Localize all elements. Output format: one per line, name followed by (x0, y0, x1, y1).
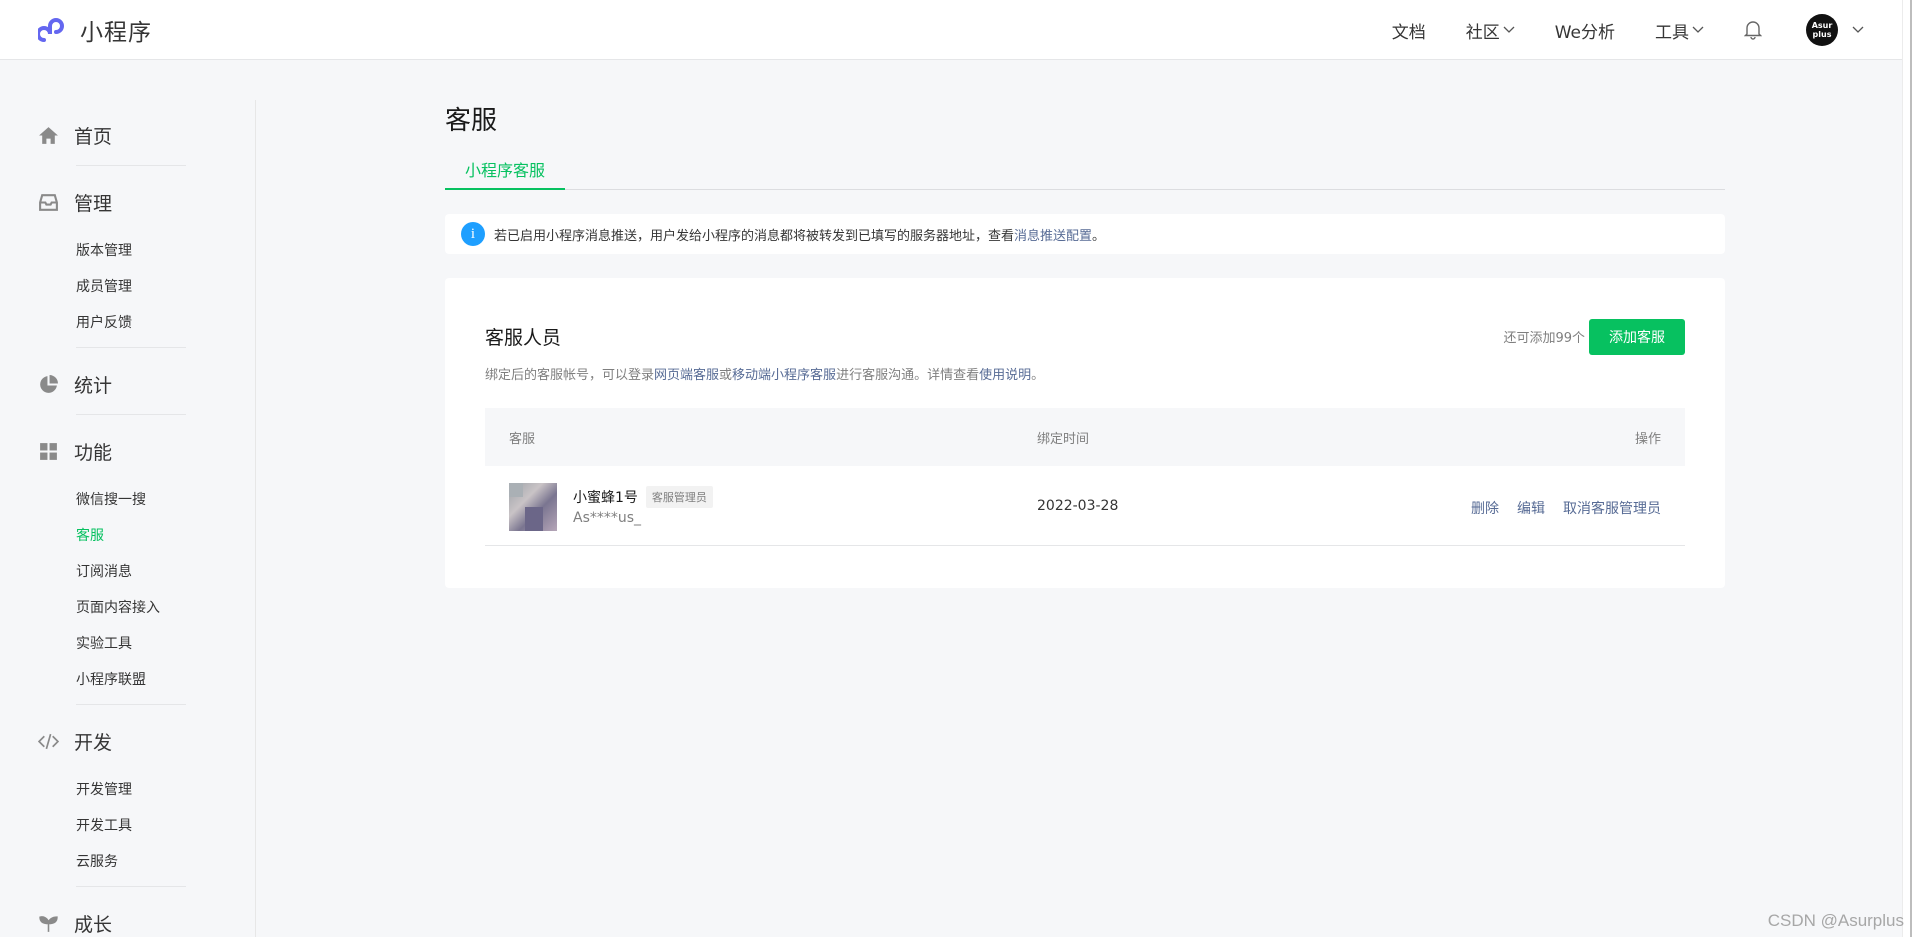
sidebar-item-label: 管理 (74, 193, 113, 215)
sidebar-item-develop[interactable]: 开发 (38, 728, 112, 755)
table-row: 小蜜蜂1号 客服管理员 As****us_ 2022-03-28 删除 编辑 取… (485, 466, 1685, 546)
notice-bar: i 若已启用小程序消息推送，用户发给小程序的消息都将被转发到已填写的服务器地址，… (445, 214, 1725, 254)
nav-analytics[interactable]: We分析 (1555, 18, 1615, 43)
tab-bar: 小程序客服 (445, 158, 1725, 190)
push-config-link[interactable]: 消息推送配置 (1014, 225, 1092, 244)
sidebar-item-label: 开发 (74, 732, 113, 754)
sidebar-item-cloud[interactable]: 云服务 (76, 851, 118, 871)
nav-community[interactable]: 社区 (1466, 18, 1515, 43)
divider (76, 347, 186, 348)
divider (76, 704, 186, 705)
column-header-cs: 客服 (509, 432, 536, 447)
page-title: 客服 (445, 106, 498, 136)
miniprogram-logo-icon (38, 18, 64, 42)
card-title: 客服人员 (485, 327, 562, 349)
home-icon (39, 127, 58, 144)
scrollbar[interactable] (1902, 0, 1920, 937)
cs-account: As****us_ (573, 510, 642, 526)
sidebar-item-alliance[interactable]: 小程序联盟 (76, 669, 146, 689)
nav-community-label: 社区 (1465, 22, 1500, 43)
sidebar-item-stats[interactable]: 统计 (38, 371, 112, 398)
bind-date: 2022-03-28 (1037, 498, 1119, 514)
avatar: Asur plus (1806, 14, 1838, 46)
sidebar-item-subscribe-message[interactable]: 订阅消息 (76, 561, 132, 581)
table-header: 客服 绑定时间 操作 (485, 408, 1685, 466)
sidebar-item-features[interactable]: 功能 (38, 438, 112, 465)
chevron-down-icon (1852, 26, 1864, 33)
bell-icon (1744, 21, 1762, 40)
code-icon (38, 733, 59, 750)
sidebar-item-experiment[interactable]: 实验工具 (76, 633, 132, 653)
edit-button[interactable]: 编辑 (1517, 498, 1545, 518)
divider (76, 886, 186, 887)
cs-avatar (509, 483, 557, 531)
sidebar-item-manage[interactable]: 管理 (38, 189, 112, 216)
role-badge: 客服管理员 (645, 486, 713, 508)
user-menu[interactable]: Asur plus (1806, 14, 1864, 46)
sidebar-item-label: 首页 (74, 126, 113, 148)
cs-name-wrap: 小蜜蜂1号 客服管理员 (573, 486, 713, 508)
add-cs-button[interactable]: 添加客服 (1589, 319, 1685, 355)
sprout-icon (39, 916, 58, 932)
column-header-bind-time: 绑定时间 (1037, 432, 1090, 447)
sidebar-item-customer-service[interactable]: 客服 (76, 525, 104, 545)
remaining-count: 还可添加99个 (1503, 331, 1585, 346)
desc-text: 。 (1031, 368, 1045, 383)
chevron-down-icon (1692, 26, 1704, 33)
divider (76, 165, 186, 166)
sidebar-item-feedback[interactable]: 用户反馈 (76, 312, 132, 332)
cs-name: 小蜜蜂1号 (573, 490, 638, 506)
sidebar-item-wechat-search[interactable]: 微信搜一搜 (76, 489, 146, 509)
nav-analytics-label: We分析 (1554, 22, 1615, 43)
sidebar-item-label: 统计 (74, 375, 113, 397)
desc-text: 进行客服沟通。详情查看 (836, 368, 980, 383)
nav-docs[interactable]: 文档 (1392, 18, 1426, 43)
delete-button[interactable]: 删除 (1471, 498, 1499, 518)
pie-chart-icon (40, 375, 58, 393)
row-actions: 删除 编辑 取消客服管理员 (1471, 498, 1661, 518)
sidebar-item-version[interactable]: 版本管理 (76, 240, 132, 260)
nav-tools[interactable]: 工具 (1655, 18, 1704, 43)
desc-text: 或 (719, 368, 733, 383)
scrollbar-thumb[interactable] (1910, 0, 1912, 937)
nav-docs-label: 文档 (1391, 22, 1426, 43)
mobile-cs-link[interactable]: 移动端小程序客服 (732, 368, 836, 383)
sidebar-item-page-content[interactable]: 页面内容接入 (76, 597, 160, 617)
tab-miniprogram-cs[interactable]: 小程序客服 (445, 158, 565, 190)
logo[interactable]: 小程序 (38, 13, 152, 47)
sidebar-item-label: 成长 (74, 914, 113, 936)
nav-tools-label: 工具 (1655, 22, 1689, 43)
notice-end: 。 (1092, 228, 1106, 244)
inbox-icon (39, 194, 58, 211)
sidebar-item-dev-tools[interactable]: 开发工具 (76, 815, 132, 835)
cs-staff-card: 客服人员 绑定后的客服帐号，可以登录网页端客服或移动端小程序客服进行客服沟通。详… (445, 278, 1725, 588)
app-title: 小程序 (80, 20, 152, 46)
divider (76, 414, 186, 415)
sidebar-item-home[interactable]: 首页 (38, 122, 112, 149)
top-nav: 文档 社区 We分析 工具 Asur plus (1352, 0, 1864, 60)
revoke-admin-button[interactable]: 取消客服管理员 (1563, 498, 1661, 518)
desc-text: 绑定后的客服帐号，可以登录 (485, 368, 655, 383)
info-icon: i (461, 222, 485, 246)
watermark: CSDN @Asurplus (1767, 911, 1904, 930)
sidebar-item-label: 功能 (74, 442, 113, 464)
usage-guide-link[interactable]: 使用说明 (979, 368, 1031, 383)
chevron-down-icon (1503, 26, 1515, 33)
column-header-actions: 操作 (1634, 432, 1661, 447)
notification-button[interactable] (1744, 20, 1762, 40)
web-cs-link[interactable]: 网页端客服 (654, 368, 719, 383)
top-bar: 小程序 文档 社区 We分析 工具 Asur plus (0, 0, 1920, 60)
card-description: 绑定后的客服帐号，可以登录网页端客服或移动端小程序客服进行客服沟通。详情查看使用… (485, 364, 1044, 383)
sidebar-item-dev-manage[interactable]: 开发管理 (76, 779, 132, 799)
sidebar-item-growth[interactable]: 成长 (38, 910, 112, 937)
sidebar: 首页 管理 版本管理 成员管理 用户反馈 统计 功能 微信搜一搜 客服 订阅消息… (0, 100, 256, 937)
notice-text: 若已启用小程序消息推送，用户发给小程序的消息都将被转发到已填写的服务器地址，查看 (494, 228, 1015, 244)
sidebar-item-members[interactable]: 成员管理 (76, 276, 132, 296)
grid-icon (40, 443, 57, 460)
